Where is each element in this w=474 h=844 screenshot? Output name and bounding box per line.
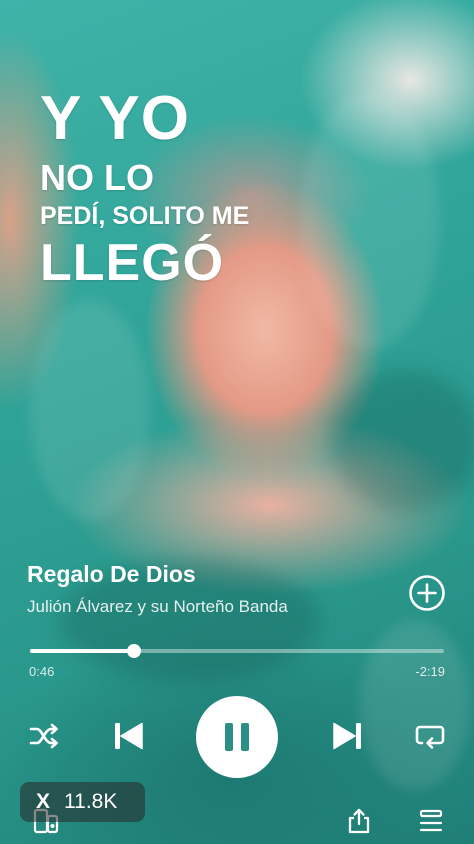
progress-fill xyxy=(30,649,134,653)
progress-bar[interactable] xyxy=(30,644,444,658)
lyrics-line: PEDÍ, SOLITO ME xyxy=(40,202,250,230)
cloth-highlight xyxy=(30,300,150,520)
share-icon xyxy=(348,808,370,834)
add-to-library-button[interactable] xyxy=(408,574,446,612)
remaining-time: -2:19 xyxy=(415,664,445,679)
cloth-highlight xyxy=(360,620,470,790)
cloth-shadow xyxy=(330,370,474,510)
queue-button[interactable] xyxy=(417,806,445,836)
shuffle-icon xyxy=(29,723,58,749)
cloth-highlight xyxy=(300,90,440,350)
skip-next-icon xyxy=(333,722,361,750)
skip-previous-icon xyxy=(115,722,143,750)
player-screen: Y YO NO LO PEDÍ, SOLITO ME LLEGÓ Regalo … xyxy=(0,0,474,844)
repeat-button[interactable] xyxy=(414,721,446,751)
lyrics-line: NO LO xyxy=(40,157,154,198)
pause-icon xyxy=(225,723,249,751)
previous-track-button[interactable] xyxy=(110,717,146,755)
track-artist[interactable]: Julión Álvarez y su Norteño Banda xyxy=(27,597,288,617)
lyrics-line: Y YO xyxy=(40,84,190,153)
share-button[interactable] xyxy=(345,806,373,836)
elapsed-time: 0:46 xyxy=(29,664,55,679)
progress-handle[interactable] xyxy=(126,644,141,658)
queue-icon xyxy=(419,809,443,832)
plus-circle-icon xyxy=(409,575,445,611)
lyrics-overlay: Y YO NO LO PEDÍ, SOLITO ME LLEGÓ xyxy=(40,84,250,292)
pause-button[interactable] xyxy=(196,696,278,778)
view-count: 11.8K xyxy=(64,790,118,813)
repeat-icon xyxy=(415,725,445,749)
next-track-button[interactable] xyxy=(330,717,366,755)
lyrics-line: LLEGÓ xyxy=(40,234,225,292)
platform-logo: X xyxy=(36,790,51,813)
shuffle-button[interactable] xyxy=(27,721,61,751)
view-count-badge: X 11.8K xyxy=(20,782,145,822)
track-title[interactable]: Regalo De Dios xyxy=(27,561,196,588)
